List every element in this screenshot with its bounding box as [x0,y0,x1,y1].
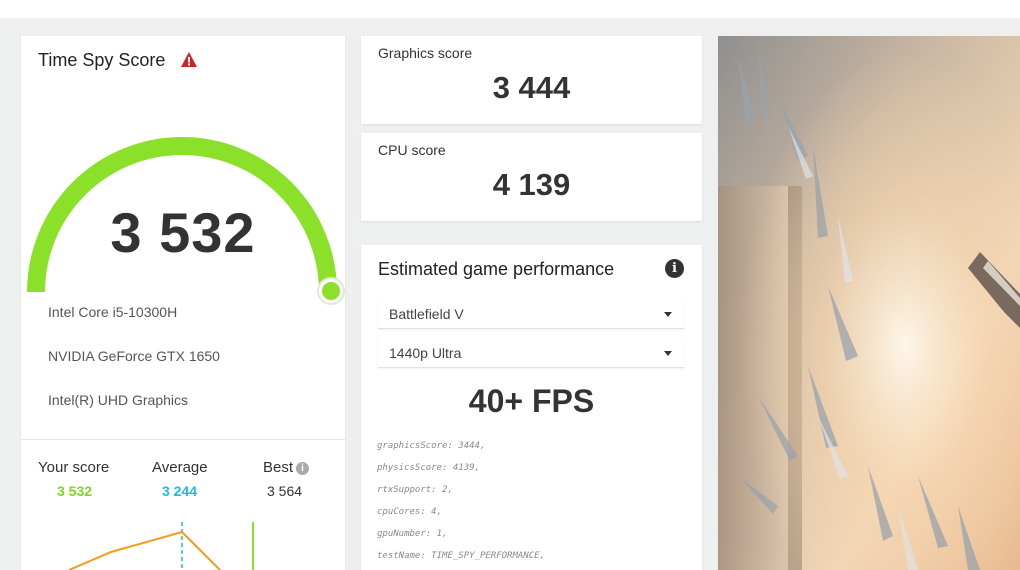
distribution-curve [68,530,221,570]
graphics-score-value: 3 444 [492,70,571,105]
best-label-text: Best [263,459,294,476]
spec-cpu: Intel Core i5-10300H [48,304,178,320]
game-performance-title: Estimated game performance [378,259,615,279]
detail-line: testName: TIME_SPY_PERFORMANCE, [377,551,545,561]
cpu-score-value: 4 139 [492,167,571,202]
game-performance-card: Estimated game performance i Battlefield… [361,245,702,570]
spec-gpu: NVIDIA GeForce GTX 1650 [48,348,220,364]
info-icon[interactable]: i [665,259,684,278]
chevron-down-icon [664,351,672,356]
cpu-score-card: CPU score 4 139 [361,133,702,221]
game-select-value: Battlefield V [389,306,464,322]
warning-icon[interactable] [180,51,198,69]
score-gauge [27,137,345,305]
detail-line: cpuCores: 4, [377,507,443,517]
spec-igpu: Intel(R) UHD Graphics [48,392,189,408]
divider [21,439,345,440]
best-score-value: 3 564 [267,483,303,499]
graphics-score-card: Graphics score 3 444 [361,36,702,124]
graphics-score-label: Graphics score [378,45,473,61]
game-select[interactable]: Battlefield V [378,300,684,329]
detail-line: gpuNumber: 1, [377,529,448,539]
fps-estimate: 40+ FPS [468,383,595,419]
overall-score: 3 532 [110,201,256,264]
detail-line: rtxSupport: 2, [377,485,453,495]
score-distribution-chart [68,522,254,570]
your-score-value: 3 532 [57,483,93,499]
detail-line: graphicsScore: 3444, [377,441,486,451]
average-score-value: 3 244 [162,483,198,499]
cpu-score-label: CPU score [378,142,446,158]
quality-select-value: 1440p Ultra [389,345,462,361]
score-title: Time Spy Score [38,50,166,70]
your-score-label: Your score [38,459,110,476]
benchmark-artwork [718,36,1020,570]
best-score-label: Best i [263,459,310,476]
best-info-icon[interactable]: i [296,462,310,475]
chevron-down-icon [664,312,672,317]
average-score-label: Average [152,459,208,476]
score-card: Time Spy Score 3 532 Intel Core i5-10300… [21,36,345,570]
detail-line: physicsScore: 4139, [377,463,480,473]
quality-select[interactable]: 1440p Ultra [378,339,684,368]
